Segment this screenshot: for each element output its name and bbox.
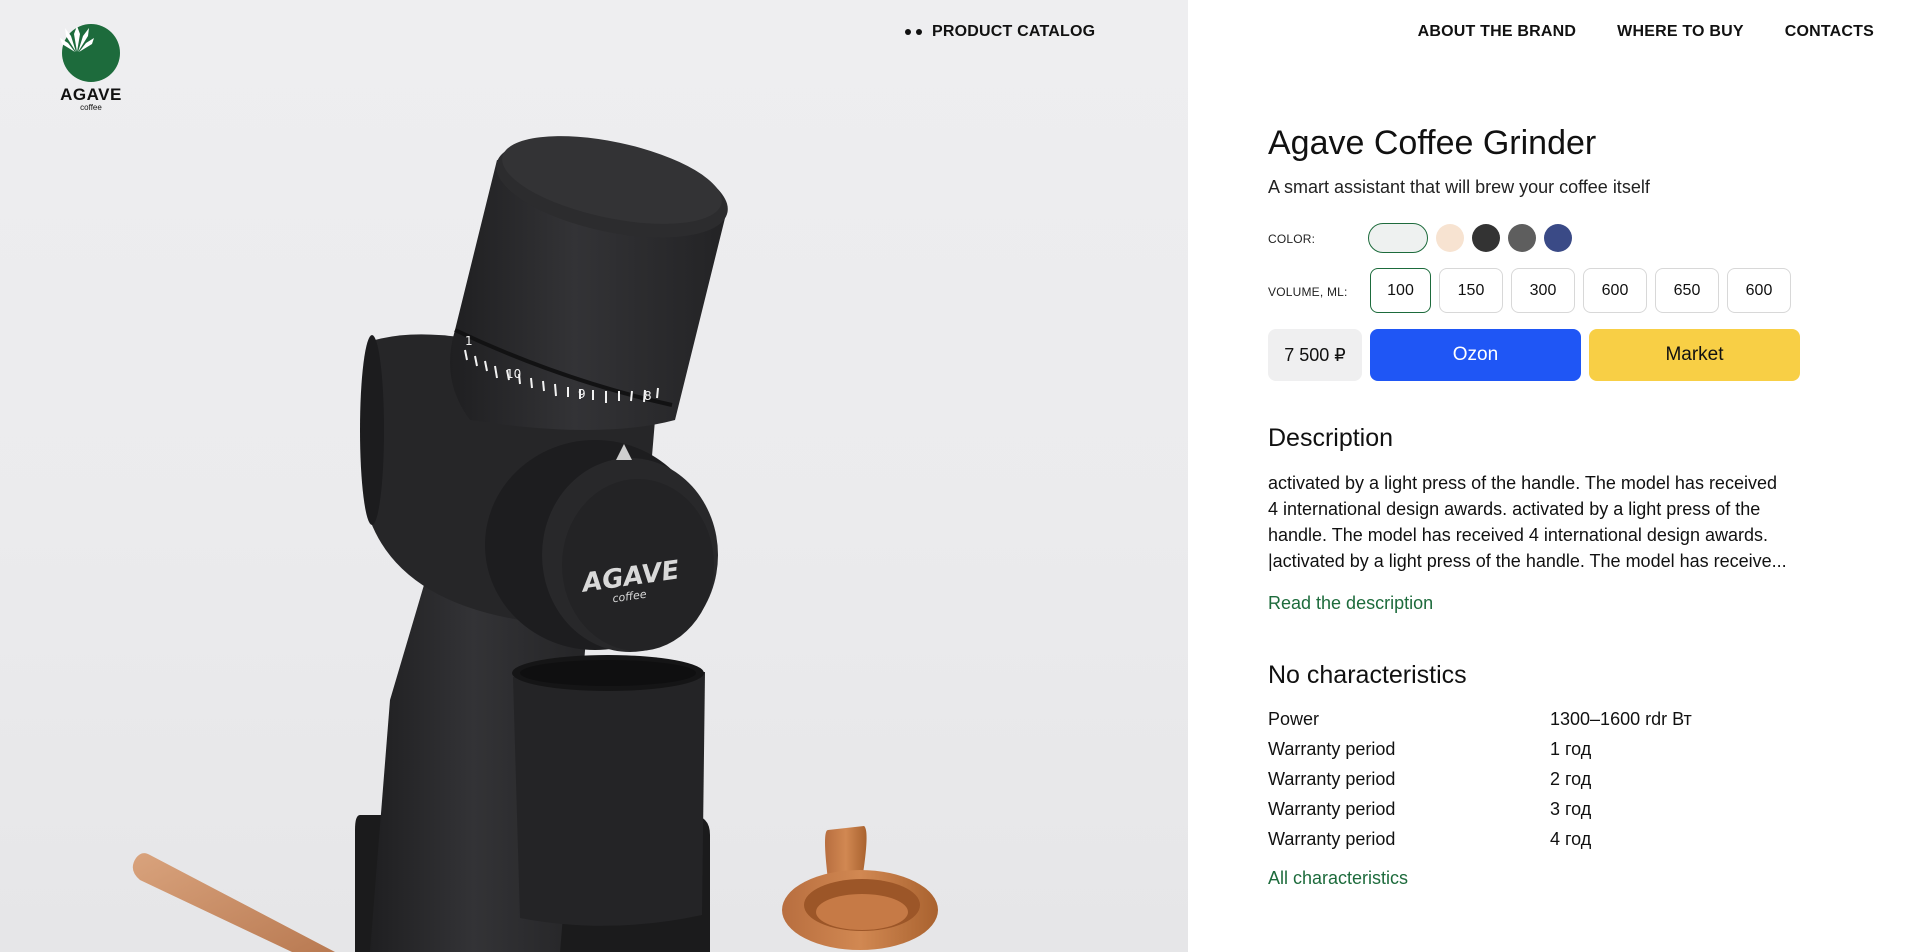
read-description-link[interactable]: Read the description <box>1268 593 1433 614</box>
color-swatch-beige[interactable] <box>1436 224 1464 252</box>
color-label: COLOR: <box>1268 232 1316 246</box>
volume-option[interactable]: 150 <box>1439 268 1503 313</box>
nav-where-to-buy[interactable]: WHERE TO BUY <box>1617 23 1744 41</box>
characteristic-row: Power 1300–1600 rdr Вт <box>1268 704 1788 734</box>
characteristic-value: 1 год <box>1550 738 1592 759</box>
color-swatches <box>1368 223 1572 253</box>
dial-number: 10 <box>506 367 521 381</box>
color-swatch-gray[interactable] <box>1508 224 1536 252</box>
characteristic-name: Warranty period <box>1268 828 1396 849</box>
characteristics-heading: No characteristics <box>1268 661 1467 689</box>
characteristic-name: Warranty period <box>1268 738 1396 759</box>
characteristic-row: Warranty period 3 год <box>1268 794 1788 824</box>
color-swatch-light[interactable] <box>1368 223 1428 253</box>
description-text: activated by a light press of the handle… <box>1268 470 1824 574</box>
nav-about-brand[interactable]: ABOUT THE BRAND <box>1418 23 1577 41</box>
agave-leaf-icon <box>60 24 120 82</box>
product-photo: 1 10 9 8 AGAVE coffee AGAVE coffee PRODU… <box>0 0 1188 952</box>
characteristic-value: 2 год <box>1550 768 1592 789</box>
characteristics-table: Power 1300–1600 rdr Вт Warranty period 1… <box>1268 704 1788 854</box>
characteristic-row: Warranty period 2 год <box>1268 764 1788 794</box>
characteristic-name: Power <box>1268 708 1320 729</box>
volume-option[interactable]: 600 <box>1583 268 1647 313</box>
volume-option[interactable]: 650 <box>1655 268 1719 313</box>
dial-number: 8 <box>644 389 652 403</box>
description-heading: Description <box>1268 424 1394 452</box>
grinder-knob: AGAVE coffee <box>485 440 718 652</box>
brand-name: AGAVE <box>60 85 122 104</box>
buy-market-button[interactable]: Market <box>1589 329 1800 381</box>
characteristic-name: Warranty period <box>1268 768 1396 789</box>
coffee-grinder-image: 1 10 9 8 AGAVE coffee <box>132 136 938 952</box>
wooden-scoop <box>782 826 938 950</box>
top-navigation: ABOUT THE BRAND WHERE TO BUY CONTACTS <box>1418 23 1874 41</box>
volume-option[interactable]: 100 <box>1370 268 1431 313</box>
volume-option[interactable]: 600 <box>1727 268 1791 313</box>
description-line: |activated by a light press of the handl… <box>1268 551 1787 571</box>
characteristic-value: 3 год <box>1550 798 1592 819</box>
product-title: Agave Coffee Grinder <box>1268 124 1597 162</box>
buy-ozon-button[interactable]: Ozon <box>1370 329 1581 381</box>
volume-options: 100 150 300 600 650 600 <box>1370 268 1791 313</box>
all-characteristics-link[interactable]: All characteristics <box>1268 868 1408 889</box>
nav-contacts[interactable]: CONTACTS <box>1785 23 1874 41</box>
price: 7 500 ₽ <box>1268 329 1362 381</box>
dial-number: 1 <box>465 334 473 348</box>
description-line: handle. The model has received 4 interna… <box>1268 525 1768 545</box>
dots-icon <box>905 29 922 35</box>
color-swatch-navy[interactable] <box>1544 224 1572 252</box>
buy-row: 7 500 ₽ Ozon Market <box>1268 329 1800 381</box>
characteristic-row: Warranty period 4 год <box>1268 824 1788 854</box>
characteristic-row: Warranty period 1 год <box>1268 734 1788 764</box>
characteristic-value: 1300–1600 rdr Вт <box>1550 708 1692 729</box>
color-swatch-black[interactable] <box>1472 224 1500 252</box>
product-catalog-label: PRODUCT CATALOG <box>932 23 1096 40</box>
wooden-stick <box>132 853 335 952</box>
dial-number: 9 <box>578 387 586 401</box>
grounds-cup <box>512 655 705 926</box>
brand-sub: coffee <box>80 103 102 112</box>
description-line: activated by a light press of the handle… <box>1268 473 1777 493</box>
brand-logo[interactable]: AGAVE coffee <box>60 24 122 112</box>
characteristic-name: Warranty period <box>1268 798 1396 819</box>
product-subtitle: A smart assistant that will brew your co… <box>1268 177 1650 197</box>
description-line: 4 international design awards. activated… <box>1268 499 1761 519</box>
volume-label: VOLUME, ML: <box>1268 285 1348 299</box>
product-catalog-link[interactable]: PRODUCT CATALOG <box>905 23 1095 41</box>
characteristic-value: 4 год <box>1550 828 1592 849</box>
volume-option[interactable]: 300 <box>1511 268 1575 313</box>
